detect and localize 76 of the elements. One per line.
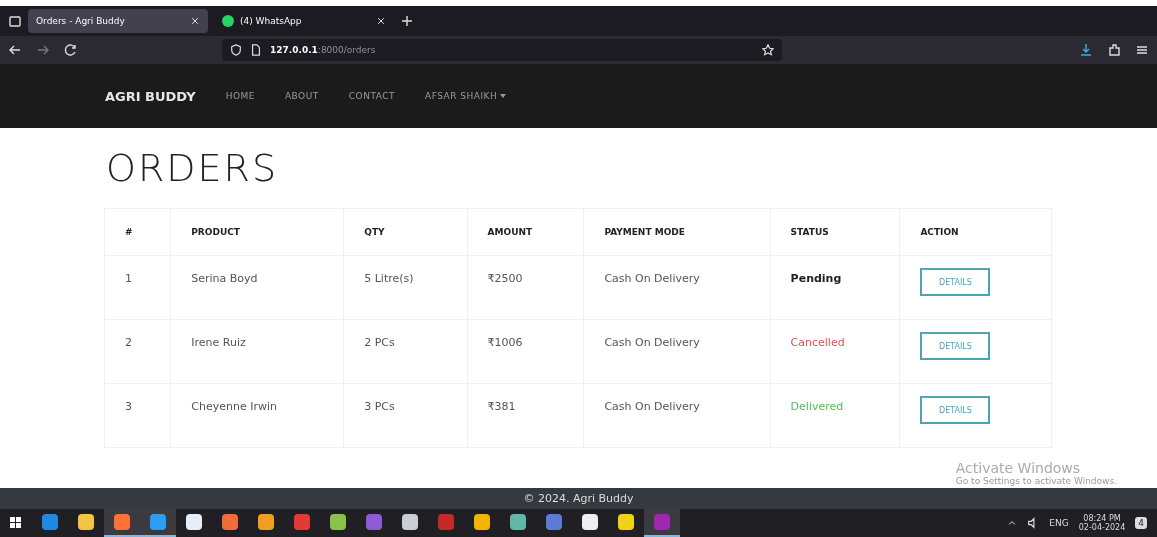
nav-link[interactable]: CONTACT xyxy=(348,91,395,101)
table-cell: Cash On Delivery xyxy=(583,255,771,320)
table-cell: 2 PCs xyxy=(343,319,468,384)
app-icon xyxy=(186,514,202,530)
app-icon xyxy=(222,514,238,530)
chat-icon xyxy=(222,15,234,27)
app-icon xyxy=(150,514,166,530)
table-cell: ₹381 xyxy=(467,383,584,448)
table-cell: 2 xyxy=(104,319,171,384)
plus-icon[interactable] xyxy=(400,14,414,28)
column-header: STATUS xyxy=(770,208,900,256)
app-icon xyxy=(546,514,562,530)
app-icon xyxy=(438,514,454,530)
page-title: ORDERS xyxy=(106,146,280,190)
app-icon xyxy=(402,514,418,530)
app-icon xyxy=(654,514,670,530)
table-cell: Cheyenne Irwin xyxy=(170,383,344,448)
app-icon xyxy=(42,514,58,530)
forward-icon[interactable] xyxy=(36,43,50,57)
activation-text: Go to Settings to activate Windows. xyxy=(955,476,1117,486)
app-icon xyxy=(330,514,346,530)
table-cell: 1 xyxy=(104,255,171,320)
clock[interactable]: 08:24 PM 02-04-2024 xyxy=(1078,514,1126,532)
user-menu[interactable]: AFSAR SHAIKH xyxy=(424,91,498,101)
tab-title: (4) WhatsApp xyxy=(240,16,303,26)
language-indicator[interactable]: ENG xyxy=(1049,518,1069,528)
column-header: PAYMENT MODE xyxy=(583,208,771,256)
column-header: PRODUCT xyxy=(170,208,344,256)
app-icon xyxy=(366,514,382,530)
app-icon xyxy=(294,514,310,530)
table-cell: 3 xyxy=(104,383,171,448)
table-cell: Serina Boyd xyxy=(170,255,344,320)
nav-link[interactable]: HOME xyxy=(225,91,255,101)
app-icon xyxy=(258,514,274,530)
close-icon[interactable] xyxy=(190,16,200,26)
address-bar[interactable]: 127.0.0.1:8000/orders xyxy=(222,39,782,61)
status-cell: Cancelled xyxy=(770,319,900,384)
app-icon xyxy=(114,514,130,530)
table-cell: Cash On Delivery xyxy=(583,319,771,384)
browser-tab[interactable]: (4) WhatsApp xyxy=(214,9,394,33)
star-icon[interactable] xyxy=(762,44,774,56)
menu-icon[interactable] xyxy=(1135,43,1149,57)
table-cell: Irene Ruiz xyxy=(170,319,344,384)
table-cell: 3 PCs xyxy=(343,383,468,448)
table-cell: ₹1006 xyxy=(467,319,584,384)
column-header: # xyxy=(104,208,171,256)
table-cell: 5 Litre(s) xyxy=(343,255,468,320)
notification-badge[interactable]: 4 xyxy=(1135,517,1147,529)
brand-logo[interactable]: AGRI BUDDY xyxy=(105,88,196,104)
shield-icon[interactable] xyxy=(230,44,242,56)
app-icon xyxy=(78,514,94,530)
footer-text: © 2024. Agri Buddy xyxy=(0,488,1157,509)
nav-link[interactable]: ABOUT xyxy=(284,91,319,101)
url-text: 127.0.0.1:8000/orders xyxy=(270,45,376,55)
tab-title: Orders - Agri Buddy xyxy=(36,16,126,26)
app-icon xyxy=(510,514,526,530)
column-header: QTY xyxy=(343,208,468,256)
app-icon xyxy=(582,514,598,530)
close-icon[interactable] xyxy=(376,16,386,26)
page-icon[interactable] xyxy=(250,44,262,56)
app-icon xyxy=(618,514,634,530)
table-cell: ₹2500 xyxy=(467,255,584,320)
download-icon[interactable] xyxy=(1079,43,1093,57)
caret-icon[interactable] xyxy=(500,94,507,98)
back-icon[interactable] xyxy=(8,43,22,57)
status-cell: Pending xyxy=(770,255,900,320)
browser-tab[interactable]: Orders - Agri Buddy xyxy=(28,9,208,33)
column-header: AMOUNT xyxy=(467,208,584,256)
reload-icon[interactable] xyxy=(64,43,78,57)
column-header: ACTION xyxy=(899,208,1052,256)
app-icon xyxy=(474,514,490,530)
status-cell: Delivered xyxy=(770,383,900,448)
activation-title: Activate Windows xyxy=(955,460,1082,476)
table-cell: Cash On Delivery xyxy=(583,383,771,448)
start-icon[interactable] xyxy=(10,517,22,529)
chevron-icon[interactable] xyxy=(1007,518,1018,528)
